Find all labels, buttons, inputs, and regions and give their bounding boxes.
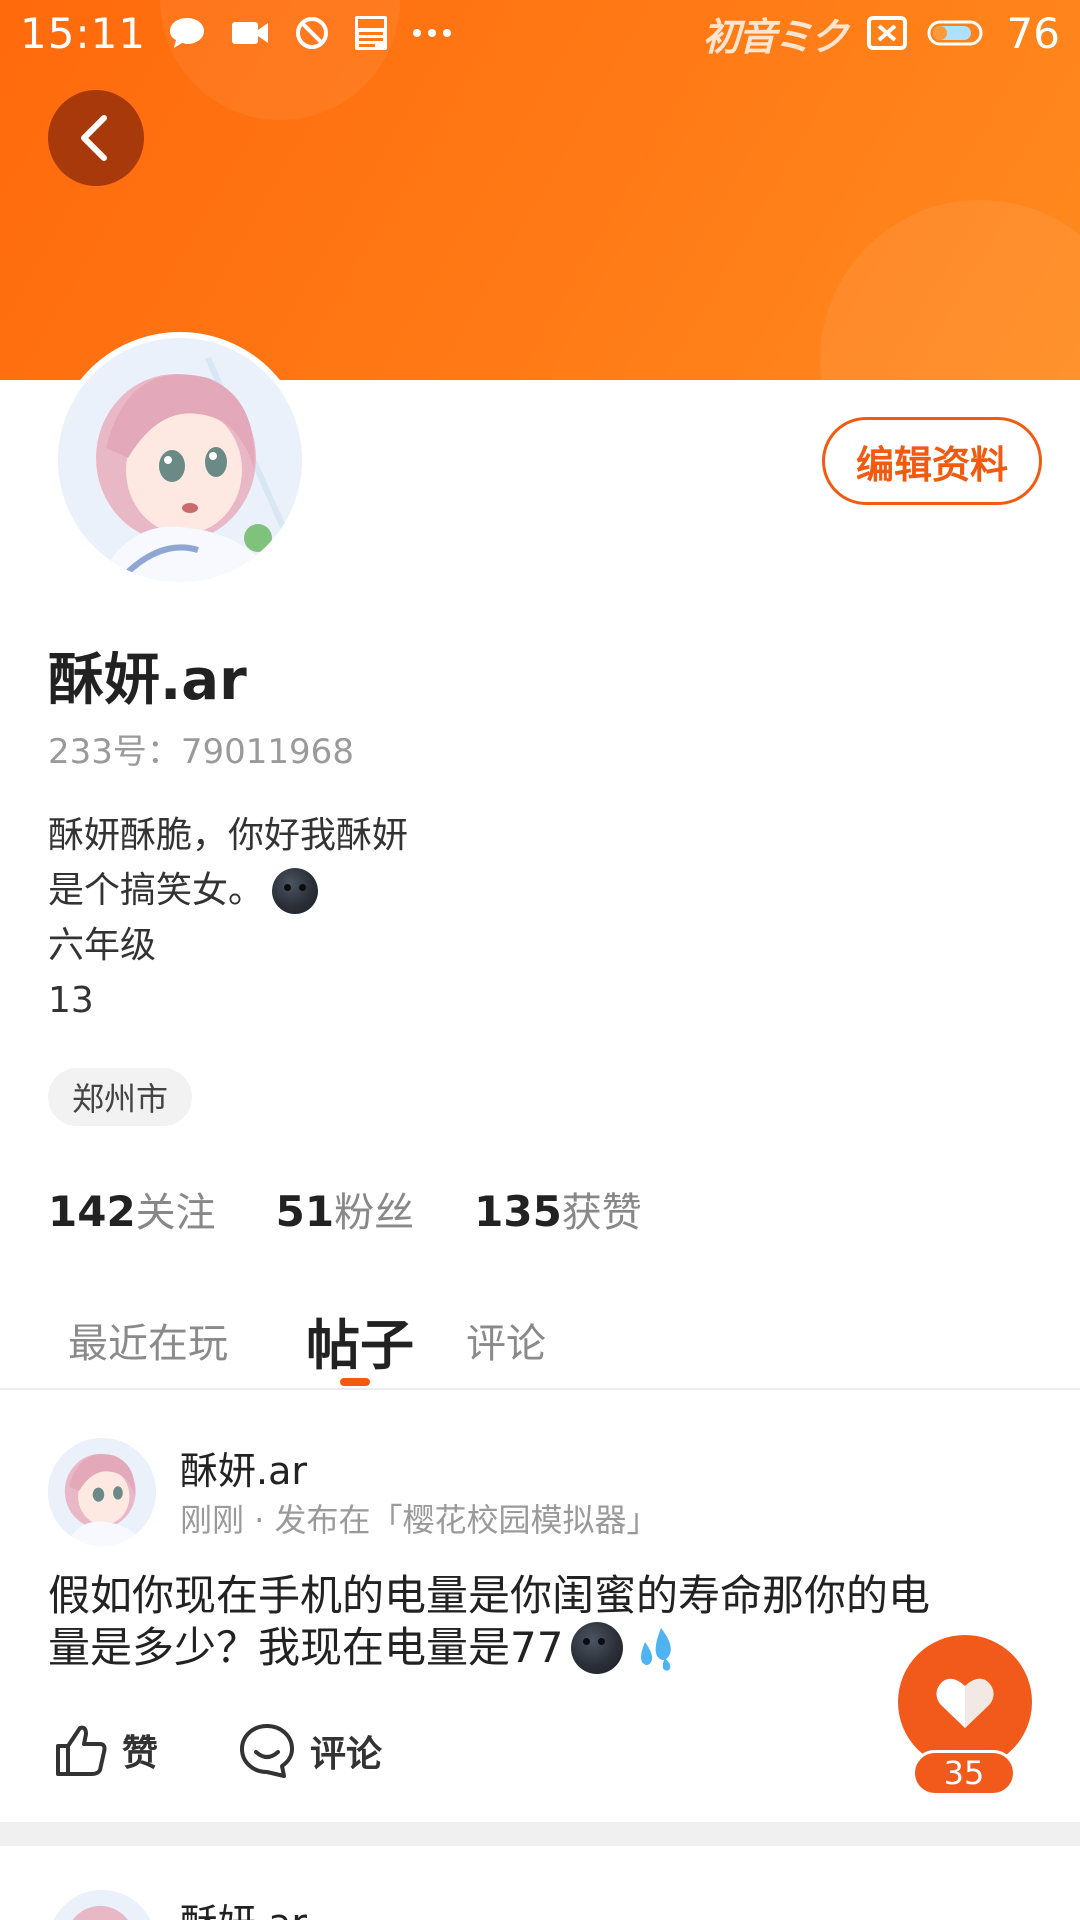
- bio-line: 六年级: [48, 925, 157, 966]
- chevron-left-icon: [81, 115, 107, 161]
- dnd-icon: [296, 17, 329, 49]
- anime-girl-avatar-image: [48, 1438, 156, 1546]
- sim-off-icon: [866, 16, 907, 50]
- post-text-line: 量是多少？我现在电量是77: [48, 1622, 1008, 1674]
- video-icon: [232, 22, 269, 44]
- sweat-droplets-icon: [641, 1628, 672, 1671]
- new-moon-face-icon: [272, 867, 319, 914]
- profile-bio: 酥妍酥脆，你好我酥妍 是个搞笑女。 六年级 13: [48, 808, 408, 1028]
- like-fab-button[interactable]: [898, 1635, 1032, 1769]
- message-icon: [170, 18, 205, 48]
- edit-profile-button[interactable]: 编辑资料: [822, 417, 1042, 505]
- status-time: 15:11: [20, 8, 147, 58]
- bio-line: 是个搞笑女。: [48, 863, 408, 918]
- stat-following[interactable]: 142关注: [48, 1180, 216, 1238]
- status-notification-icons: [168, 15, 452, 51]
- post-text-line: 假如你现在手机的电量是你闺蜜的寿命那你的电: [48, 1571, 931, 1620]
- profile-stats: 142关注 51粉丝 135获赞: [48, 1180, 642, 1238]
- active-tab-indicator: [340, 1378, 370, 1386]
- bio-line: 酥妍酥脆，你好我酥妍: [48, 815, 409, 856]
- tab-comments[interactable]: 评论: [466, 1290, 546, 1390]
- profile-tabs: 最近在玩 帖子 评论: [0, 1290, 1080, 1390]
- stat-likes[interactable]: 135获赞: [474, 1180, 642, 1238]
- like-button[interactable]: 赞: [52, 1722, 158, 1778]
- thumbs-up-icon: [56, 1725, 107, 1776]
- post-content[interactable]: 假如你现在手机的电量是你闺蜜的寿命那你的电 量是多少？我现在电量是77: [48, 1570, 1008, 1674]
- profile-header-banner: 15:11 初音ミク 76: [0, 0, 1080, 380]
- header-decoration: [820, 200, 1080, 380]
- post-meta: 刚刚 · 发布在「樱花校园模拟器」: [180, 1501, 659, 1539]
- tab-recently-played[interactable]: 最近在玩: [68, 1290, 228, 1390]
- brand-watermark: 初音ミク: [702, 14, 849, 59]
- profile-uid: 233号：79011968: [48, 732, 354, 772]
- comment-label: 评论: [310, 1734, 383, 1775]
- battery-level: 76: [1006, 8, 1060, 58]
- tab-posts[interactable]: 帖子: [306, 1290, 414, 1390]
- more-icon: [413, 29, 452, 37]
- status-system-icons: 初音ミク 76: [703, 6, 1060, 61]
- anime-girl-avatar-image: [58, 338, 302, 582]
- comment-bubble-icon: [240, 1724, 294, 1778]
- anime-girl-avatar-image: [48, 1890, 156, 1920]
- like-label: 赞: [122, 1733, 159, 1774]
- heart-icon: [936, 1678, 994, 1728]
- stat-followers[interactable]: 51粉丝: [276, 1180, 414, 1238]
- comment-button[interactable]: 评论: [238, 1722, 382, 1780]
- news-icon: [355, 16, 388, 50]
- profile-username: 酥妍.ar: [48, 648, 247, 713]
- battery-icon: [927, 20, 983, 46]
- post-author-name[interactable]: 酥妍.ar: [180, 1440, 307, 1495]
- like-count-badge: 35: [912, 1750, 1016, 1796]
- section-separator: [0, 1822, 1080, 1846]
- location-tag[interactable]: 郑州市: [48, 1068, 193, 1126]
- divider: [0, 1388, 1080, 1390]
- post-author-avatar[interactable]: [48, 1438, 156, 1546]
- profile-avatar[interactable]: [52, 332, 308, 588]
- status-bar: 15:11 初音ミク 76: [0, 0, 1080, 66]
- post-author-name[interactable]: 酥妍.ar: [180, 1892, 307, 1920]
- post-author-avatar[interactable]: [48, 1890, 156, 1920]
- bio-line: 13: [48, 980, 94, 1021]
- new-moon-face-icon: [571, 1622, 624, 1674]
- back-button[interactable]: [48, 90, 144, 186]
